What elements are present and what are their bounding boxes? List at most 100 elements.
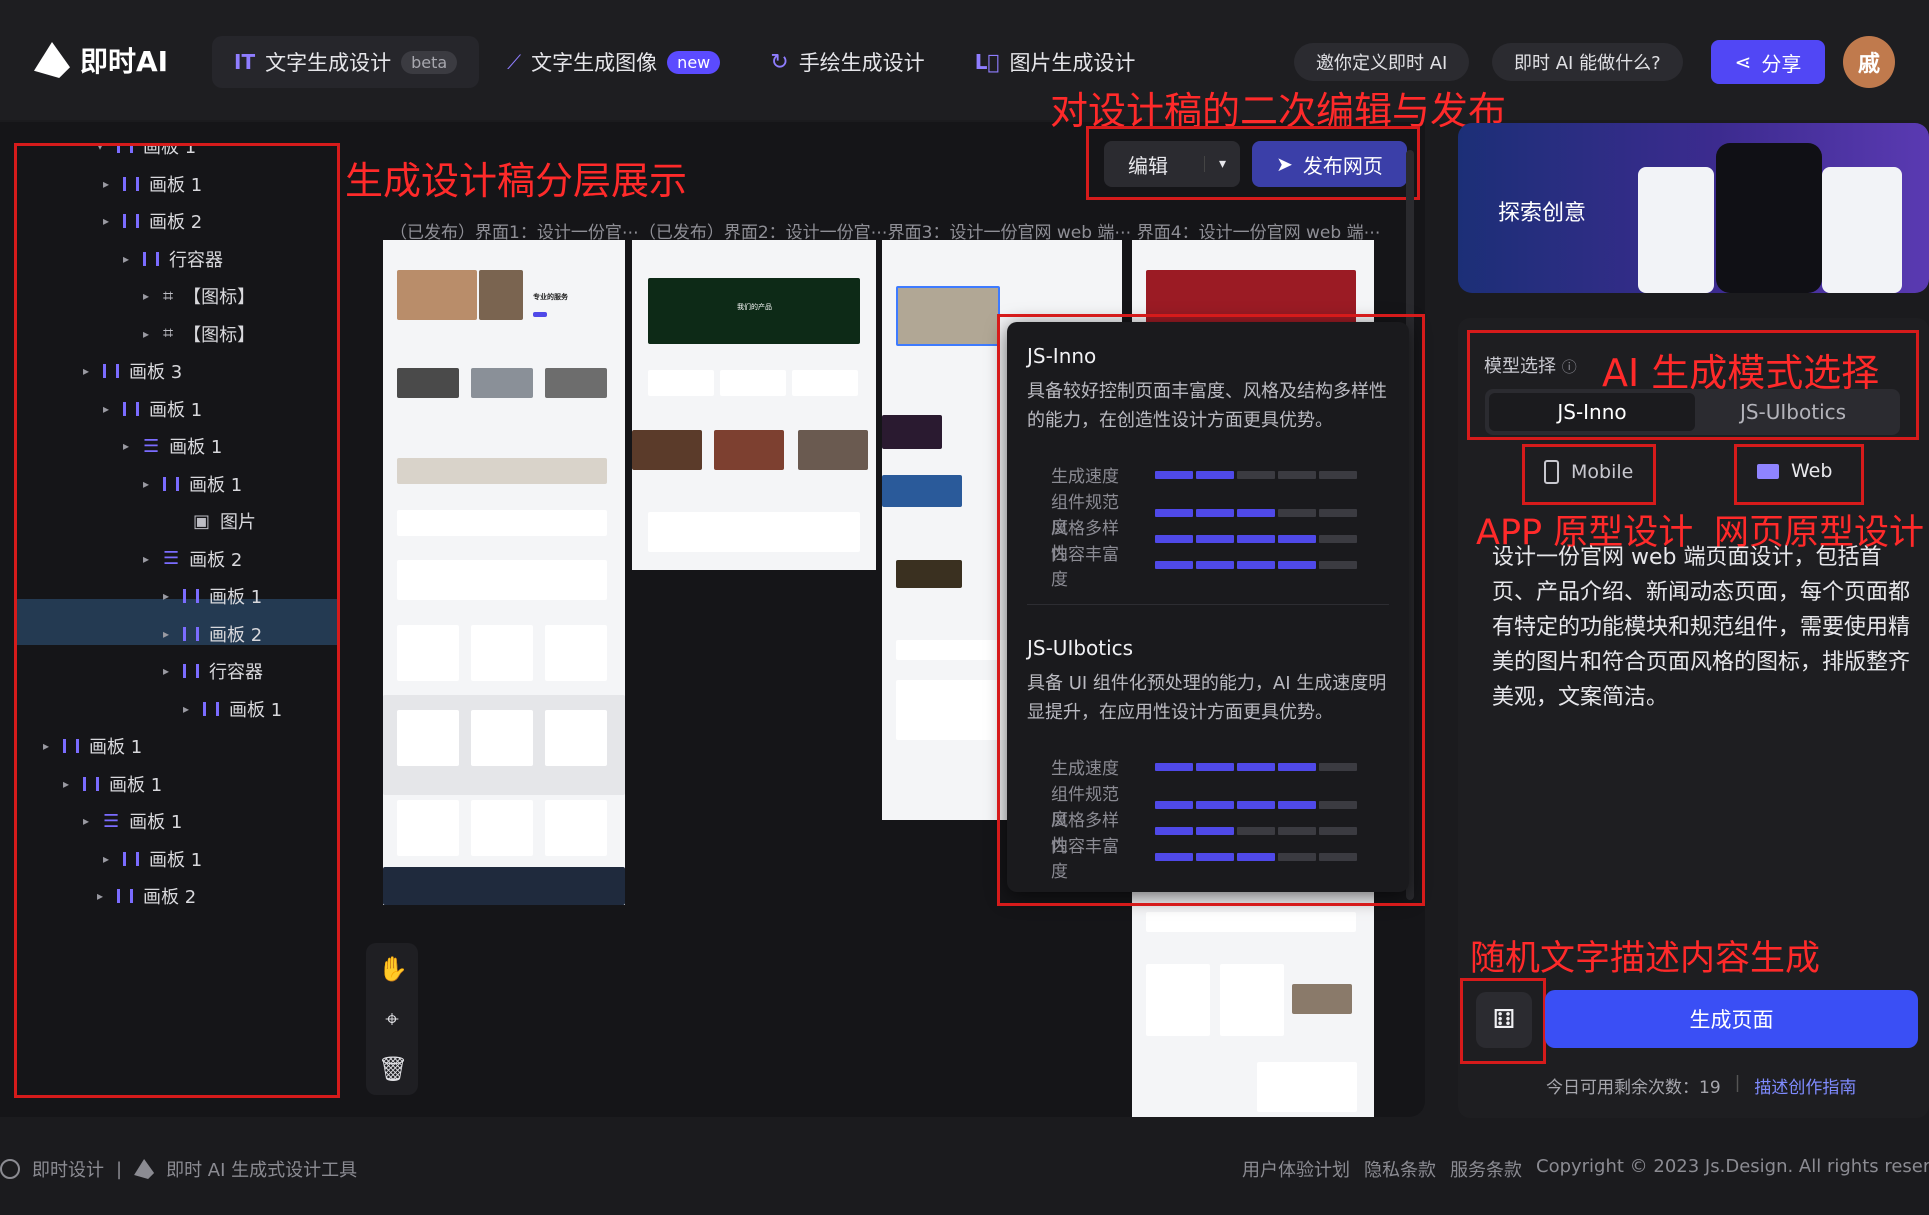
new-badge: new — [667, 50, 721, 74]
tree-row-label: 画板 1 — [149, 174, 203, 196]
thumb-image — [798, 430, 868, 470]
card-row — [397, 510, 607, 536]
tree-row[interactable]: ▸ 画板 3 — [83, 351, 182, 391]
footer-brand1[interactable]: 即时设计 — [32, 1156, 104, 1182]
design-frame-2[interactable]: 我们的产品 — [632, 240, 876, 570]
card — [1220, 964, 1284, 1036]
help-icon[interactable]: ⓘ — [1562, 358, 1577, 376]
tab-sketch-to-design[interactable]: ↻ 手绘生成设计 — [748, 36, 946, 88]
tree-row[interactable]: ▸ 画板 1 — [103, 839, 202, 879]
tree-row[interactable]: ▸ 画板 1 — [163, 576, 262, 616]
tree-row[interactable]: ▸ 画板 1 — [103, 389, 202, 429]
share-button[interactable]: ⋖ 分享 — [1711, 40, 1825, 84]
hero-image — [479, 270, 523, 320]
model-option-js-uibotics[interactable]: JS-UIbotics — [1690, 393, 1896, 431]
card — [720, 370, 786, 396]
tree-row[interactable]: ▸ 行容器 — [123, 239, 223, 279]
chevron-icon: ▸ — [183, 701, 190, 716]
tree-row-label: 图片 — [220, 512, 257, 533]
hand-icon[interactable]: ✋ — [378, 955, 408, 983]
tree-row[interactable]: ▸ 画板 1 — [63, 764, 162, 804]
device-label: Mobile — [1571, 461, 1634, 483]
invite-button[interactable]: 邀你定义即时 AI — [1294, 43, 1470, 81]
remaining-count: 今日可用剩余次数：19 — [1546, 1078, 1721, 1098]
device-mobile-button[interactable]: Mobile — [1544, 460, 1633, 484]
design-frame-1[interactable]: 专业的服务 — [383, 240, 625, 905]
random-dice-button[interactable]: ⚅ — [1476, 992, 1532, 1048]
chevron-down-icon: ▾ — [1203, 156, 1226, 172]
chevron-icon: ▸ — [103, 401, 110, 416]
guide-link[interactable]: 描述创作指南 — [1754, 1073, 1856, 1098]
gallery-strip — [397, 458, 607, 484]
tree-row[interactable]: ▸ 画板 2 — [103, 201, 202, 241]
tab-text-to-image[interactable]: ⟋ 文字生成图像 new — [485, 36, 742, 88]
card — [545, 625, 607, 681]
thumb-image — [1292, 984, 1352, 1014]
jsdesign-logo-icon — [0, 1159, 20, 1179]
footer-link[interactable]: 用户体验计划 — [1242, 1156, 1350, 1182]
chevron-icon: ▸ — [143, 289, 150, 303]
model-segmented-control: JS-Inno JS-UIbotics — [1485, 389, 1900, 435]
what-can-ai-do-button[interactable]: 即时 AI 能做什么? — [1492, 43, 1683, 81]
trash-icon[interactable]: 🗑 — [378, 1055, 408, 1083]
phone-mock — [1716, 143, 1822, 293]
tab-text-to-design[interactable]: IT 文字生成设计 beta — [212, 36, 480, 88]
explore-banner[interactable]: 探索创意 — [1458, 123, 1929, 293]
tree-row[interactable]: ▸ 画板 2 — [97, 876, 196, 916]
tree-row[interactable]: ▸ 画板 2 — [163, 614, 262, 654]
mode-tabs: IT 文字生成设计 beta ⟋ 文字生成图像 new ↻ 手绘生成设计 L⃞ … — [212, 36, 1157, 88]
chevron-down-icon: ▾ — [97, 143, 104, 153]
stack-icon: ☰ — [143, 435, 160, 457]
form-block — [1146, 912, 1356, 932]
generate-page-button[interactable]: 生成页面 — [1545, 990, 1918, 1048]
design-frame-4-bottom[interactable] — [1132, 892, 1374, 1117]
share-icon: ⋖ — [1734, 50, 1752, 74]
chevron-icon: ▸ — [143, 551, 150, 566]
frame-icon — [117, 146, 133, 153]
card — [471, 625, 533, 681]
thumb-image — [545, 368, 607, 398]
tab-label: 手绘生成设计 — [798, 51, 925, 75]
footer: 即时设计 | 即时 AI 生成式设计工具 用户体验计划 隐私条款 服务条款 Co… — [0, 1150, 1929, 1185]
tree-row[interactable]: ▸ ⌗ 【图标】 — [143, 314, 255, 354]
device-web-button[interactable]: Web — [1757, 460, 1832, 482]
tree-row[interactable]: ▸ ☰ 画板 1 — [83, 801, 182, 841]
publish-webpage-button[interactable]: ➤ 发布网页 — [1252, 141, 1407, 187]
divider: | — [1734, 1073, 1741, 1093]
model-option-js-inno[interactable]: JS-Inno — [1489, 393, 1695, 431]
tree-row[interactable]: ▣ 图片 — [173, 501, 256, 541]
tree-row-label: 画板 1 — [169, 437, 223, 458]
prompt-textarea[interactable]: 设计一份官网 web 端页面设计，包括首页、产品介绍、新闻动态页面，每个页面都有… — [1492, 540, 1914, 715]
tree-row[interactable]: ▸ 画板 1 — [103, 164, 202, 204]
edit-dropdown-button[interactable]: 编辑 ▾ — [1104, 141, 1240, 187]
chevron-icon: ▸ — [143, 476, 150, 491]
thumb-image — [397, 368, 459, 398]
frame-icon — [183, 589, 199, 603]
tree-row[interactable]: ▸ ☰ 画板 2 — [143, 539, 242, 579]
footer-link[interactable]: 服务条款 — [1450, 1156, 1522, 1182]
target-icon[interactable]: ⌖ — [378, 1005, 406, 1033]
tree-row[interactable]: ▸ 行容器 — [163, 651, 263, 691]
footer-brand2[interactable]: 即时 AI 生成式设计工具 — [166, 1156, 357, 1182]
tree-row[interactable]: ▸ 画板 1 — [43, 726, 142, 766]
tree-row-label: 画板 1 — [129, 812, 183, 833]
chevron-icon: ▸ — [163, 664, 170, 678]
chevron-icon: ▸ — [83, 814, 90, 828]
avatar[interactable]: 戚 — [1843, 36, 1895, 88]
annotation-box-popup — [997, 314, 1425, 906]
tree-row[interactable]: ▸ 画板 1 — [143, 464, 242, 504]
thumb-image — [882, 475, 962, 507]
footer-link[interactable]: 隐私条款 — [1364, 1156, 1436, 1182]
app-logo[interactable]: 即时AI — [34, 40, 168, 80]
frame-icon — [83, 776, 99, 791]
tree-row-label: 画板 2 — [149, 212, 203, 233]
layer-tree[interactable]: ▾ 画板 1 ▸ 画板 1 ▸ 画板 2 ▸ 行容器 ▸ ⌗ 【图标】 ▸ ⌗ 【图标】 ▸ 画板 3 ▸ 画板 … — [14, 143, 340, 1098]
tree-row[interactable]: ▸ 画板 1 — [183, 689, 282, 729]
annotation-random: 随机文字描述内容生成 — [1470, 939, 1821, 979]
logo-text: 即时AI — [80, 45, 169, 78]
tree-row[interactable]: ▸ ⌗ 【图标】 — [143, 276, 255, 316]
card — [1146, 964, 1210, 1036]
jsai-logo-icon — [134, 1159, 155, 1179]
frame-icon — [123, 214, 139, 228]
tree-row[interactable]: ▸ ☰ 画板 1 — [123, 426, 222, 466]
